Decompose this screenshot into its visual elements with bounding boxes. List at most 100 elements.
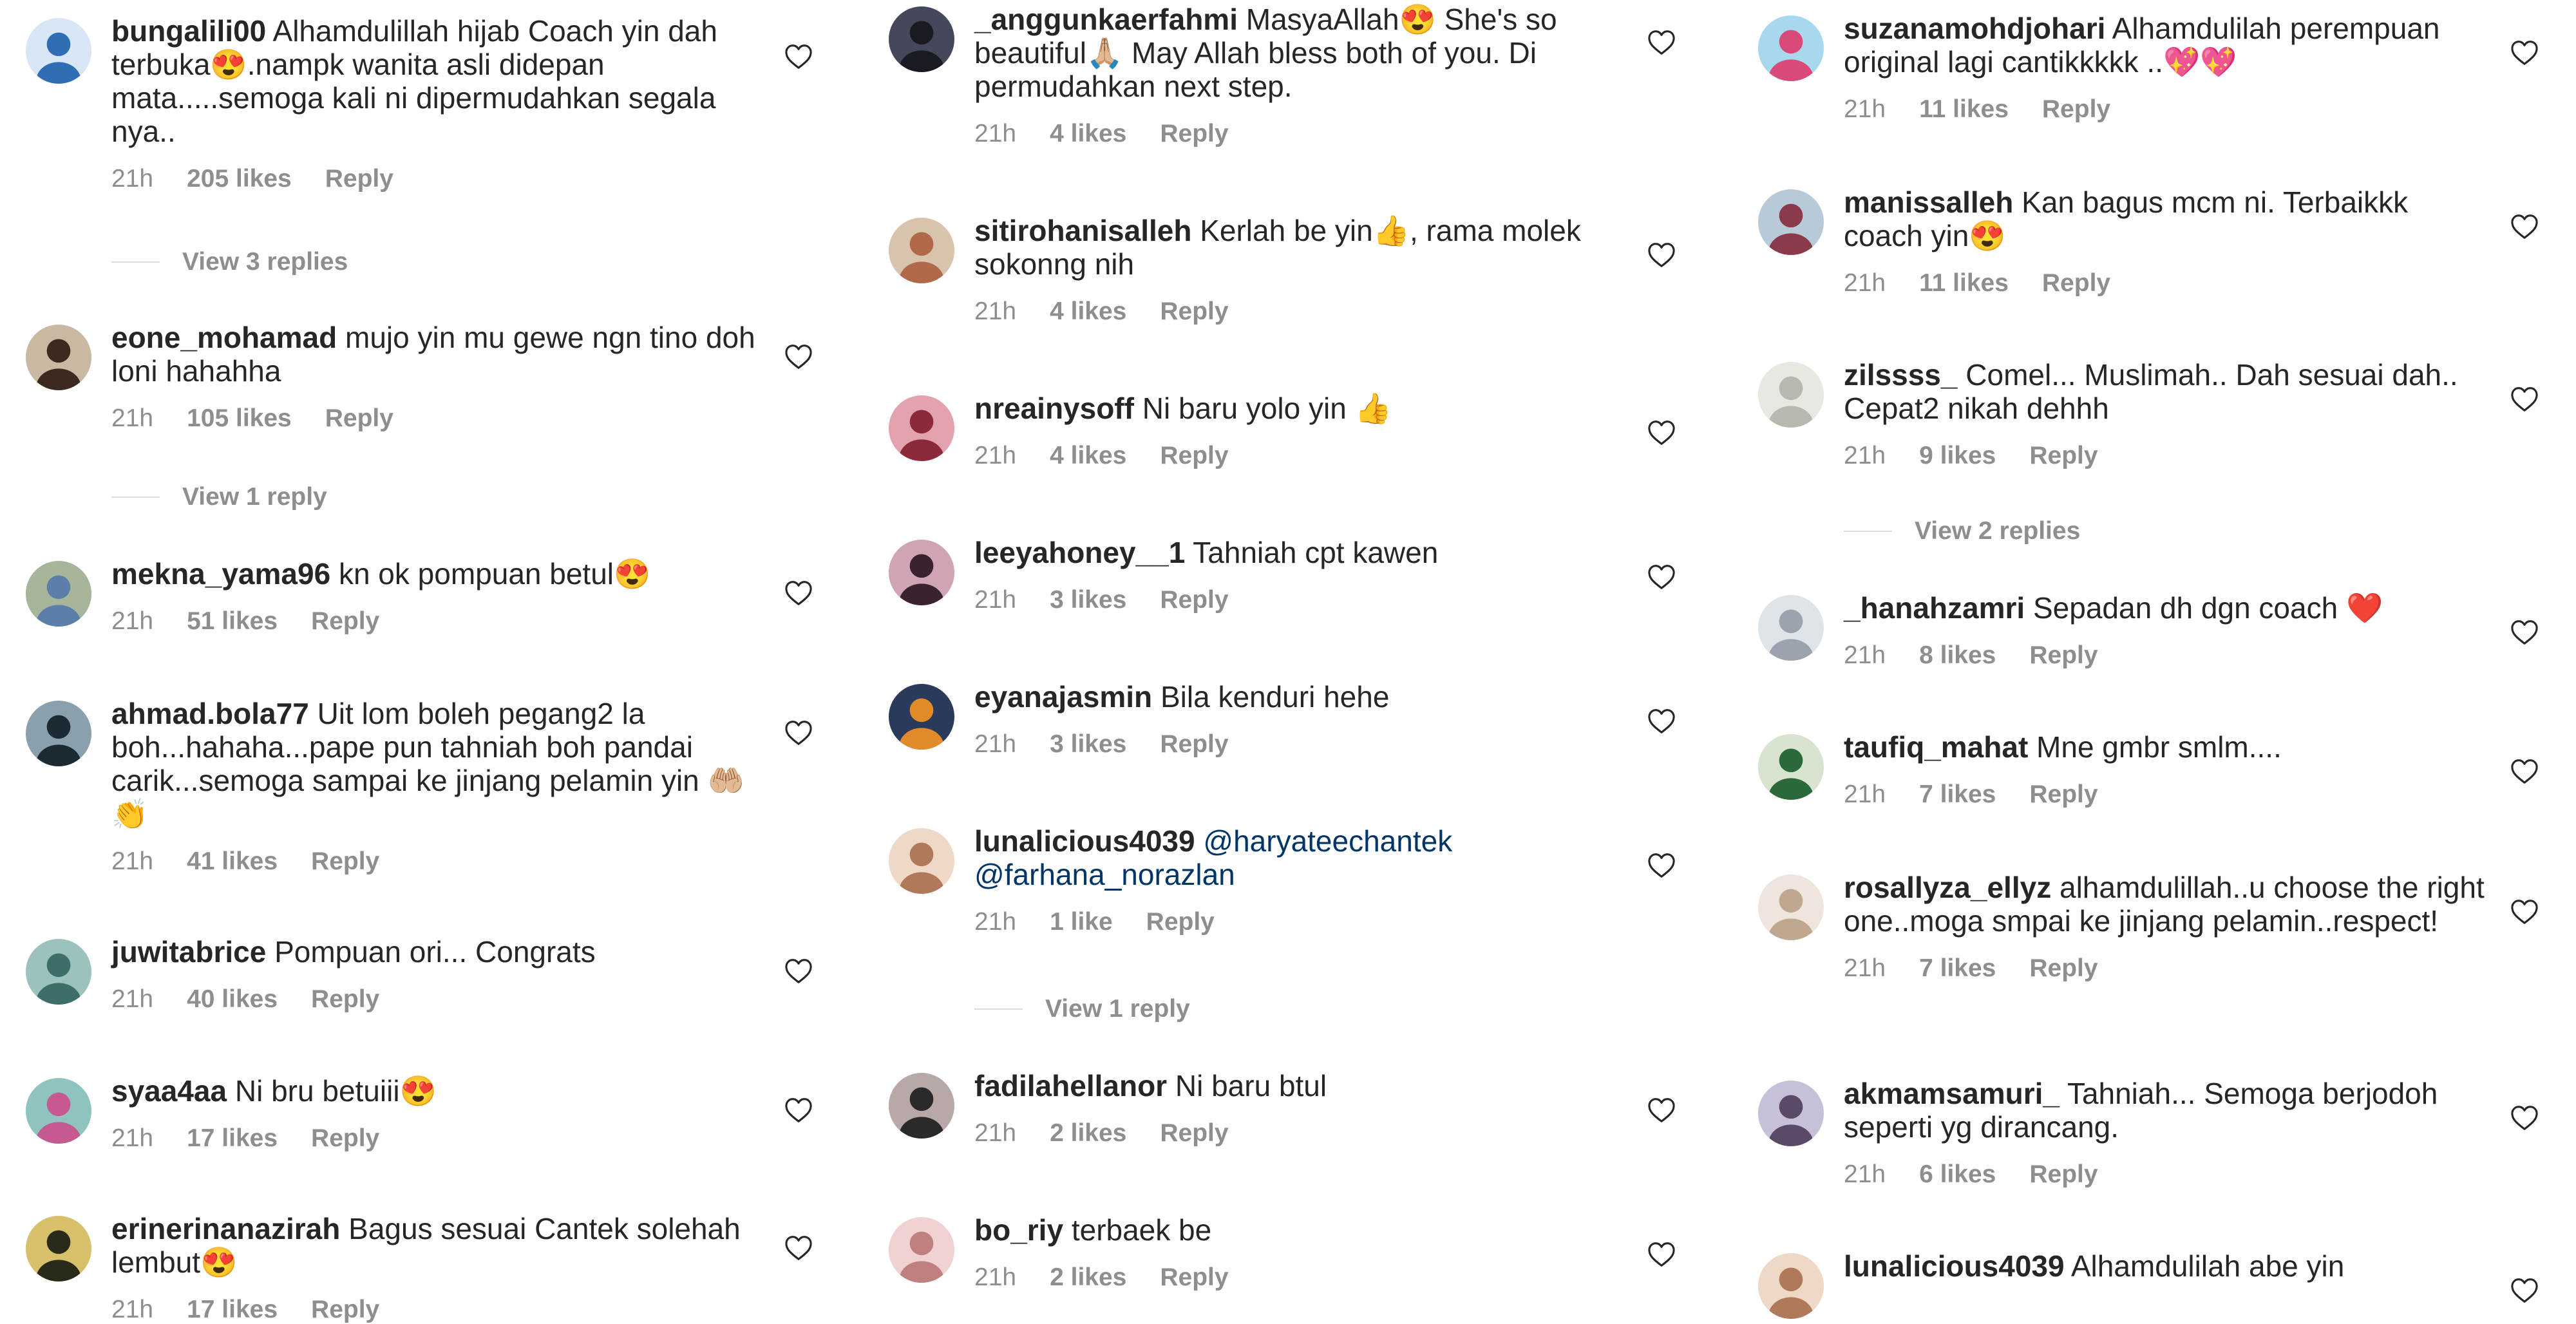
comment-username[interactable]: ahmad.bola77 xyxy=(111,697,309,730)
avatar[interactable] xyxy=(1758,1081,1824,1146)
avatar[interactable] xyxy=(889,828,954,894)
avatar[interactable] xyxy=(889,1073,954,1139)
avatar[interactable] xyxy=(26,701,91,766)
like-button[interactable] xyxy=(2510,40,2539,66)
like-button[interactable] xyxy=(2510,1278,2539,1303)
mention-link[interactable]: @haryateechantek xyxy=(1203,824,1452,858)
reply-button[interactable]: Reply xyxy=(1160,1119,1228,1147)
comment-username[interactable]: lunalicious4039 xyxy=(1844,1249,2065,1283)
avatar[interactable] xyxy=(1758,734,1824,800)
like-button[interactable] xyxy=(1647,853,1676,878)
mention-link[interactable]: @farhana_norazlan xyxy=(974,858,1235,891)
view-replies-button[interactable]: View 2 replies xyxy=(1844,517,2080,545)
like-button[interactable] xyxy=(2510,214,2539,240)
comment-likes[interactable]: 4 likes xyxy=(1050,442,1126,469)
comment-username[interactable]: nreainysoff xyxy=(974,392,1134,425)
avatar[interactable] xyxy=(889,395,954,461)
reply-button[interactable]: Reply xyxy=(2029,954,2098,982)
avatar[interactable] xyxy=(26,561,91,627)
comment-likes[interactable]: 41 likes xyxy=(187,847,278,875)
avatar[interactable] xyxy=(26,325,91,390)
comment-likes[interactable]: 9 likes xyxy=(1919,442,1996,469)
view-replies-button[interactable]: View 1 reply xyxy=(974,995,1190,1023)
reply-button[interactable]: Reply xyxy=(325,404,393,432)
comment-likes[interactable]: 2 likes xyxy=(1050,1119,1126,1147)
reply-button[interactable]: Reply xyxy=(311,1124,379,1152)
comment-username[interactable]: fadilahellanor xyxy=(974,1069,1167,1102)
like-button[interactable] xyxy=(784,580,813,606)
reply-button[interactable]: Reply xyxy=(311,847,379,875)
reply-button[interactable]: Reply xyxy=(2042,95,2110,123)
comment-username[interactable]: eyanajasmin xyxy=(974,680,1152,714)
comment-username[interactable]: _hanahzamri xyxy=(1844,591,2025,625)
comment-username[interactable]: akmamsamuri_ xyxy=(1844,1077,2060,1110)
like-button[interactable] xyxy=(784,720,813,746)
like-button[interactable] xyxy=(1647,564,1676,590)
reply-button[interactable]: Reply xyxy=(311,1296,379,1323)
comment-username[interactable]: zilssss_ xyxy=(1844,358,1957,392)
reply-button[interactable]: Reply xyxy=(2029,1160,2098,1188)
reply-button[interactable]: Reply xyxy=(1160,120,1228,147)
avatar[interactable] xyxy=(1758,362,1824,428)
avatar[interactable] xyxy=(26,939,91,1005)
reply-button[interactable]: Reply xyxy=(1146,908,1215,936)
like-button[interactable] xyxy=(2510,619,2539,645)
reply-button[interactable]: Reply xyxy=(325,165,393,193)
comment-username[interactable]: bungalili00 xyxy=(111,14,266,48)
like-button[interactable] xyxy=(1647,242,1676,268)
like-button[interactable] xyxy=(784,1097,813,1123)
comment-username[interactable]: mekna_yama96 xyxy=(111,557,330,591)
avatar[interactable] xyxy=(889,540,954,605)
avatar[interactable] xyxy=(26,1216,91,1281)
reply-button[interactable]: Reply xyxy=(311,607,379,635)
comment-username[interactable]: sitirohanisalleh xyxy=(974,214,1191,247)
comment-likes[interactable]: 3 likes xyxy=(1050,730,1126,758)
reply-button[interactable]: Reply xyxy=(1160,442,1228,469)
avatar[interactable] xyxy=(26,1078,91,1144)
comment-username[interactable]: lunalicious4039 xyxy=(974,824,1195,858)
avatar[interactable] xyxy=(889,6,954,72)
comment-likes[interactable]: 51 likes xyxy=(187,607,278,635)
comment-username[interactable]: taufiq_mahat xyxy=(1844,730,2028,764)
comment-username[interactable]: manissalleh xyxy=(1844,185,2013,219)
comment-likes[interactable]: 17 likes xyxy=(187,1124,278,1152)
like-button[interactable] xyxy=(784,44,813,70)
comment-likes[interactable]: 1 like xyxy=(1050,908,1113,936)
like-button[interactable] xyxy=(784,1235,813,1261)
comment-likes[interactable]: 205 likes xyxy=(187,165,292,193)
avatar[interactable] xyxy=(889,684,954,750)
like-button[interactable] xyxy=(2510,899,2539,925)
avatar[interactable] xyxy=(889,218,954,283)
comment-likes[interactable]: 8 likes xyxy=(1919,641,1996,669)
view-replies-button[interactable]: View 1 reply xyxy=(111,483,327,511)
comment-likes[interactable]: 17 likes xyxy=(187,1296,278,1323)
like-button[interactable] xyxy=(1647,420,1676,446)
comment-username[interactable]: juwitabrice xyxy=(111,935,266,969)
comment-username[interactable]: erinerinanazirah xyxy=(111,1212,340,1245)
reply-button[interactable]: Reply xyxy=(1160,1263,1228,1291)
comment-likes[interactable]: 3 likes xyxy=(1050,586,1126,614)
avatar[interactable] xyxy=(1758,1253,1824,1319)
comment-likes[interactable]: 4 likes xyxy=(1050,120,1126,147)
avatar[interactable] xyxy=(1758,15,1824,81)
like-button[interactable] xyxy=(784,958,813,984)
like-button[interactable] xyxy=(1647,708,1676,734)
comment-username[interactable]: eone_mohamad xyxy=(111,321,337,354)
comment-likes[interactable]: 11 likes xyxy=(1919,95,2009,123)
reply-button[interactable]: Reply xyxy=(1160,298,1228,325)
comment-likes[interactable]: 105 likes xyxy=(187,404,292,432)
comment-likes[interactable]: 2 likes xyxy=(1050,1263,1126,1291)
like-button[interactable] xyxy=(1647,1097,1676,1123)
reply-button[interactable]: Reply xyxy=(2029,442,2098,469)
comment-username[interactable]: leeyahoney__1 xyxy=(974,536,1185,569)
like-button[interactable] xyxy=(2510,759,2539,784)
like-button[interactable] xyxy=(1647,1242,1676,1267)
reply-button[interactable]: Reply xyxy=(2029,641,2098,669)
like-button[interactable] xyxy=(2510,386,2539,412)
comment-likes[interactable]: 11 likes xyxy=(1919,269,2009,297)
comment-username[interactable]: _anggunkaerfahmi xyxy=(974,3,1238,36)
reply-button[interactable]: Reply xyxy=(1160,586,1228,614)
comment-likes[interactable]: 7 likes xyxy=(1919,954,1996,982)
comment-likes[interactable]: 40 likes xyxy=(187,985,278,1013)
comment-username[interactable]: rosallyza_ellyz xyxy=(1844,871,2051,904)
